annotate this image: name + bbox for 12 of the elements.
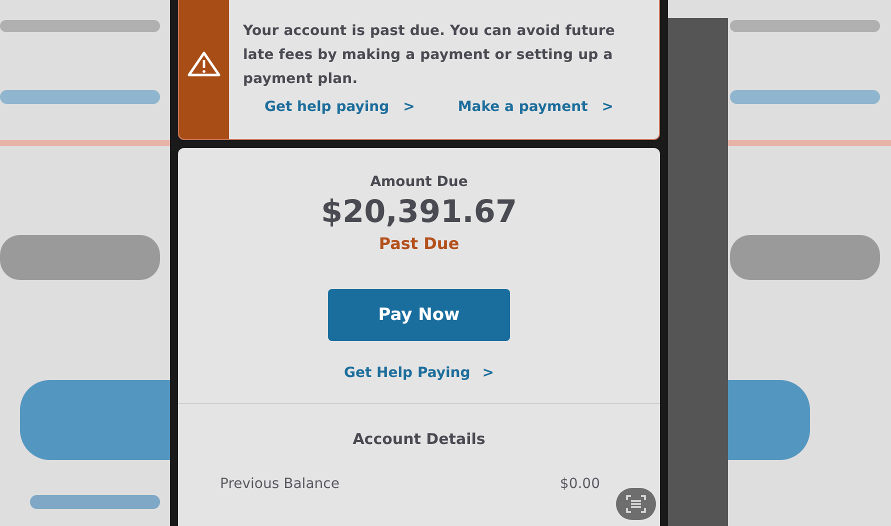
alert-link[interactable]: Get help paying > bbox=[264, 99, 415, 115]
warning-icon bbox=[187, 51, 221, 77]
pay-now-button[interactable]: Pay Now bbox=[328, 289, 510, 341]
help-link[interactable]: Get Help Paying > bbox=[344, 365, 494, 381]
section-title: Account Details bbox=[352, 430, 486, 448]
detail-value: $0.00 bbox=[560, 476, 600, 492]
alert-message: Your account is past due. You can avoid future late fees by making a payment or setting up a payment plan. bbox=[243, 22, 616, 89]
alert-link[interactable]: Make a payment > bbox=[458, 99, 614, 115]
amount-due-label: Amount Due bbox=[370, 174, 468, 190]
amount-due: $20,391.67 bbox=[320, 194, 518, 230]
due-status: Past Due bbox=[378, 234, 460, 253]
detail-label: Previous Balance bbox=[220, 476, 340, 492]
